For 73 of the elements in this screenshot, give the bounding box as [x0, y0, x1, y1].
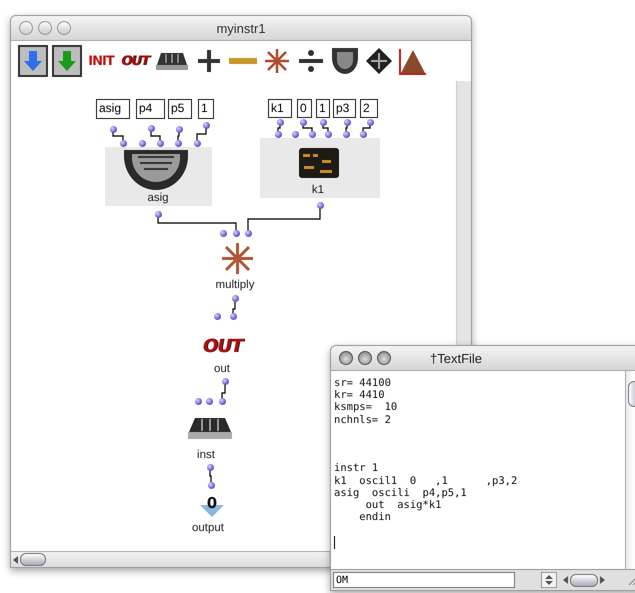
- inlet-dot[interactable]: [120, 140, 126, 146]
- diamond-button[interactable]: [364, 45, 394, 77]
- inlet-dot[interactable]: [218, 398, 226, 404]
- horizontal-scrollbar[interactable]: [11, 552, 329, 567]
- outlet-dot[interactable]: [316, 202, 324, 208]
- outlet-dot[interactable]: [154, 210, 162, 218]
- argument-box[interactable]: k1: [268, 99, 292, 118]
- inlet-dot[interactable]: [208, 482, 214, 488]
- node-label: k1: [312, 184, 324, 196]
- outlet-dot[interactable]: [276, 118, 284, 126]
- outlet-dot[interactable]: [344, 118, 350, 126]
- out-button[interactable]: OUT: [120, 45, 150, 77]
- outlet-dot[interactable]: [222, 378, 228, 384]
- inlet-dot[interactable]: [214, 312, 220, 320]
- outlet-dot[interactable]: [320, 118, 326, 126]
- close-button[interactable]: [339, 351, 353, 365]
- inlet-dot[interactable]: [292, 130, 298, 138]
- asterisk-icon: [220, 241, 255, 276]
- outlet-dot[interactable]: [300, 118, 306, 126]
- node-label: out: [214, 363, 230, 375]
- inlet-dot[interactable]: [274, 130, 282, 138]
- inlet-dot[interactable]: [194, 140, 200, 146]
- dome-button[interactable]: [330, 45, 360, 77]
- down-arrow-icon: [22, 49, 44, 73]
- window-title: †TextFile: [430, 350, 482, 366]
- inlet-dot[interactable]: [342, 130, 350, 138]
- node-label: multiply: [216, 279, 254, 291]
- outlet-dot[interactable]: [366, 118, 374, 126]
- window-title: myinstr1: [216, 20, 266, 36]
- argument-box[interactable]: asig: [96, 99, 130, 119]
- outlet-dot[interactable]: [176, 126, 182, 132]
- argument-box[interactable]: 0: [297, 99, 312, 118]
- inlet-dot[interactable]: [138, 140, 146, 146]
- outlet-dot[interactable]: [148, 124, 154, 132]
- stepper-button[interactable]: [541, 572, 557, 588]
- argument-box[interactable]: p4: [136, 99, 165, 119]
- outlet-dot[interactable]: [206, 464, 214, 470]
- inlet-dot[interactable]: [194, 398, 202, 404]
- node-label: asig: [147, 192, 169, 204]
- argument-box[interactable]: 2: [360, 99, 378, 118]
- zoom-button[interactable]: [377, 351, 391, 365]
- inlet-dot[interactable]: [156, 140, 164, 146]
- inlet-dot[interactable]: [230, 312, 236, 320]
- down-arrow-icon: [56, 49, 78, 73]
- dome-drawing: [122, 149, 190, 191]
- node-label: output: [192, 522, 224, 534]
- inlet-dot[interactable]: [232, 230, 240, 236]
- minimize-button[interactable]: [358, 351, 372, 365]
- command-field[interactable]: OM: [333, 572, 515, 588]
- bar-icon: [229, 57, 257, 65]
- inlet-dot[interactable]: [206, 398, 212, 404]
- text-cursor: [334, 536, 335, 549]
- keyboard-icon: [187, 416, 233, 441]
- outlet-dot[interactable]: [232, 294, 238, 302]
- argument-box[interactable]: 1: [198, 99, 214, 119]
- argument-box[interactable]: p5: [168, 99, 192, 119]
- up-down-arrows-icon: [545, 575, 553, 585]
- inlet-dot[interactable]: [308, 130, 316, 138]
- inlet-dot[interactable]: [360, 130, 366, 138]
- inlet-dot[interactable]: [324, 130, 332, 138]
- inlet-dot[interactable]: [220, 230, 226, 236]
- node-label: inst: [197, 449, 215, 461]
- argument-box[interactable]: p3: [333, 99, 356, 118]
- down-arrow-button[interactable]: [18, 45, 48, 77]
- panel-drawing: [298, 146, 340, 181]
- outlet-dot[interactable]: [110, 126, 116, 132]
- outlet-dot[interactable]: [202, 122, 210, 128]
- inlet-dot[interactable]: [244, 230, 252, 236]
- inlet-dot[interactable]: [174, 140, 182, 146]
- init-button[interactable]: INIT: [86, 45, 116, 77]
- down-arrow-button[interactable]: [52, 45, 82, 77]
- argument-box[interactable]: 1: [316, 99, 330, 118]
- out-icon: OUT: [195, 336, 250, 356]
